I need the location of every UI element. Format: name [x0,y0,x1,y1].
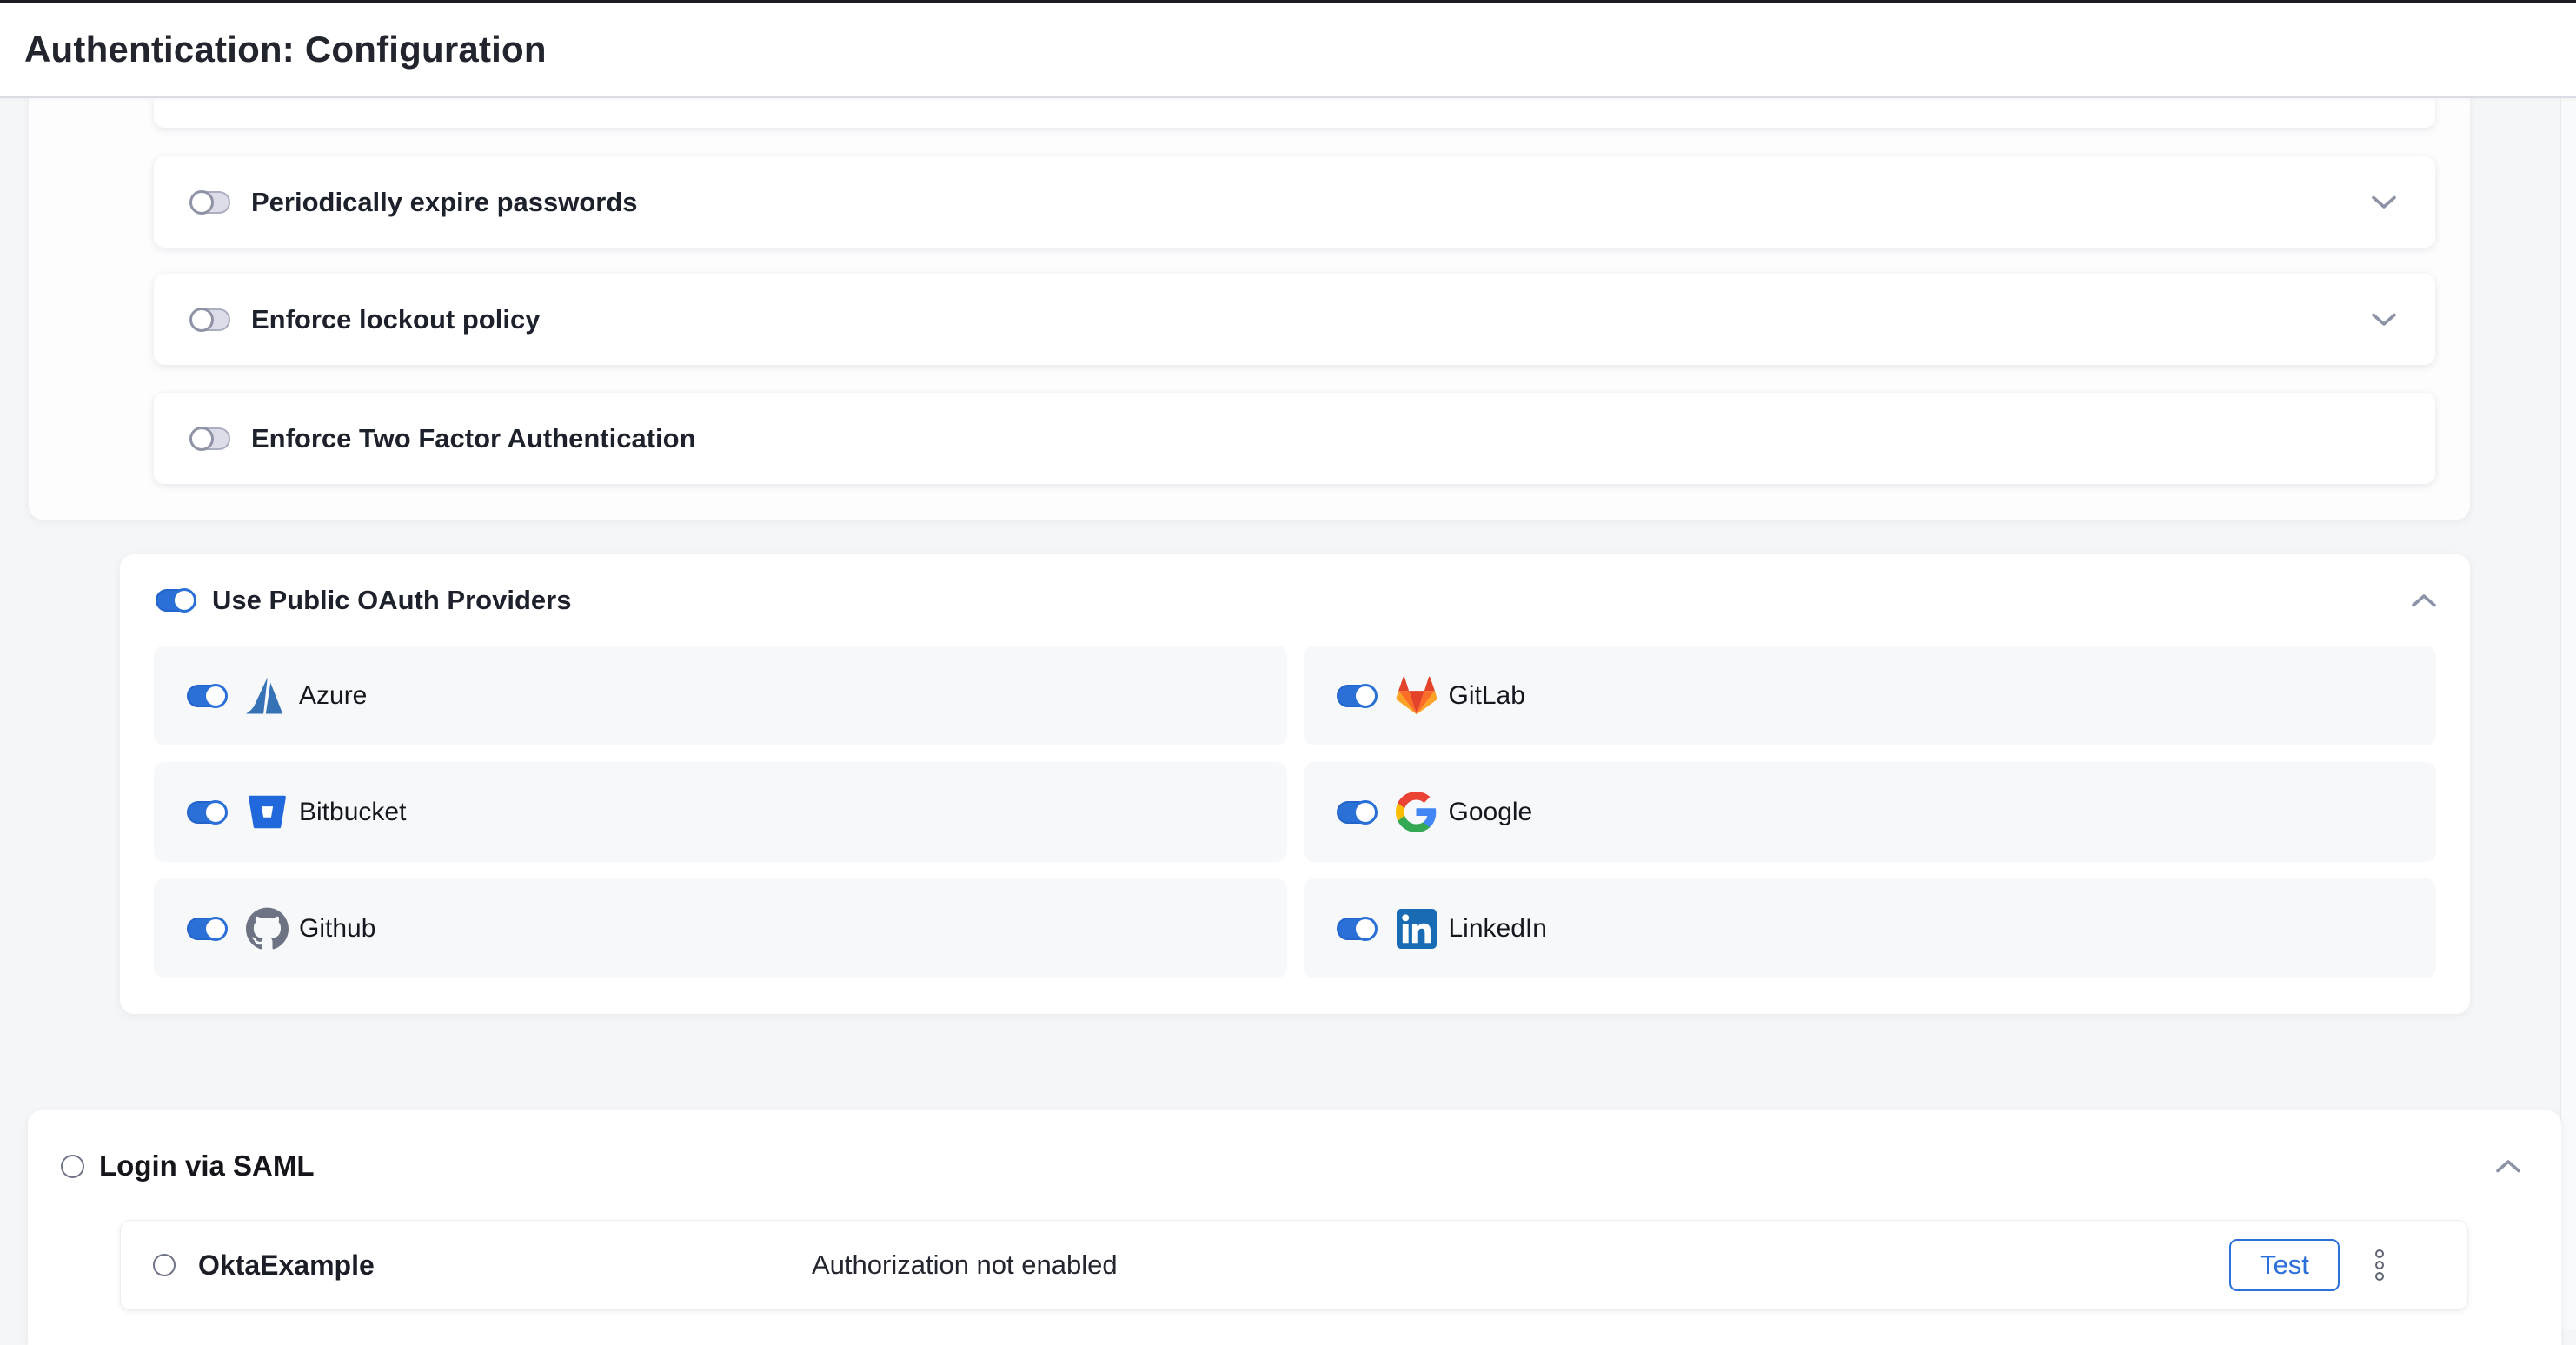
azure-icon [245,674,289,718]
setting-row-expire-passwords[interactable]: Periodically expire passwords [154,156,2435,248]
saml-section-card: Login via SAML OktaExample Authorization… [28,1110,2561,1345]
provider-label: LinkedIn [1449,914,1547,944]
test-button[interactable]: Test [2229,1239,2340,1291]
provider-row-linkedin[interactable]: LinkedIn [1304,878,2437,978]
toggle-knob [1353,800,1378,825]
provider-label: GitLab [1449,681,1525,711]
saml-radio[interactable] [61,1155,84,1178]
kebab-dot [2375,1272,2384,1281]
oauth-section-title: Use Public OAuth Providers [212,585,571,616]
chevron-down-icon[interactable] [2371,195,2397,210]
provider-label: Azure [299,681,367,711]
page-header: Authentication: Configuration [0,3,2576,98]
github-icon [245,907,289,951]
linkedin-toggle[interactable] [1337,918,1377,940]
setting-row-two-factor[interactable]: Enforce Two Factor Authentication [154,393,2435,484]
provider-row-gitlab[interactable]: GitLab [1304,646,2437,745]
setting-label: Enforce Two Factor Authentication [251,423,696,454]
google-toggle[interactable] [1337,801,1377,824]
okta-radio[interactable] [153,1254,176,1276]
saml-section-title: Login via SAML [99,1150,315,1183]
saml-provider-name: OktaExample [198,1249,375,1282]
toggle-knob [172,588,196,613]
provider-row-azure[interactable]: Azure [154,646,1287,745]
toggle-knob [1353,917,1378,941]
expire-passwords-toggle[interactable] [190,191,230,214]
gitlab-icon [1395,674,1438,718]
kebab-dot [2375,1261,2384,1269]
google-icon [1395,791,1438,834]
oauth-providers-card: Use Public OAuth Providers Azure [120,554,2470,1014]
provider-label: Github [299,914,375,944]
toggle-knob [189,308,214,332]
provider-row-github[interactable]: Github [154,878,1287,978]
saml-provider-row[interactable]: OktaExample Authorization not enabled Te… [120,1220,2468,1310]
github-toggle[interactable] [187,918,227,940]
oauth-header-row: Use Public OAuth Providers [120,554,2470,646]
lockout-policy-toggle[interactable] [190,308,230,331]
provider-label: Google [1449,798,1533,827]
setting-row-clipped[interactable] [154,97,2435,128]
setting-label: Enforce lockout policy [251,304,540,335]
vertical-scrollbar[interactable] [2560,98,2576,1329]
toggle-knob [203,917,228,941]
toggle-knob [203,800,228,825]
provider-label: Bitbucket [299,798,406,827]
toggle-knob [189,190,214,215]
toggle-knob [203,684,228,708]
saml-provider-status: Authorization not enabled [812,1249,1118,1281]
setting-row-lockout-policy[interactable]: Enforce lockout policy [154,274,2435,365]
gitlab-toggle[interactable] [1337,685,1377,707]
setting-label: Periodically expire passwords [251,187,638,218]
azure-toggle[interactable] [187,685,227,707]
provider-row-google[interactable]: Google [1304,762,2437,862]
two-factor-toggle[interactable] [190,427,230,450]
password-policy-card: Periodically expire passwords Enforce lo… [29,97,2470,520]
linkedin-icon [1395,907,1438,951]
page-title: Authentication: Configuration [24,29,547,70]
kebab-dot [2375,1249,2384,1258]
toggle-knob [1353,684,1378,708]
kebab-menu-icon[interactable] [2375,1249,2384,1281]
provider-grid: Azure GitLab [154,646,2436,978]
chevron-down-icon[interactable] [2371,312,2397,328]
saml-header-row: Login via SAML [28,1110,2561,1222]
chevron-up-icon[interactable] [2411,593,2437,608]
chevron-up-icon[interactable] [2495,1158,2521,1174]
oauth-master-toggle[interactable] [156,589,196,612]
bitbucket-toggle[interactable] [187,801,227,824]
bitbucket-icon [245,791,289,834]
provider-row-bitbucket[interactable]: Bitbucket [154,762,1287,862]
toggle-knob [189,427,214,451]
